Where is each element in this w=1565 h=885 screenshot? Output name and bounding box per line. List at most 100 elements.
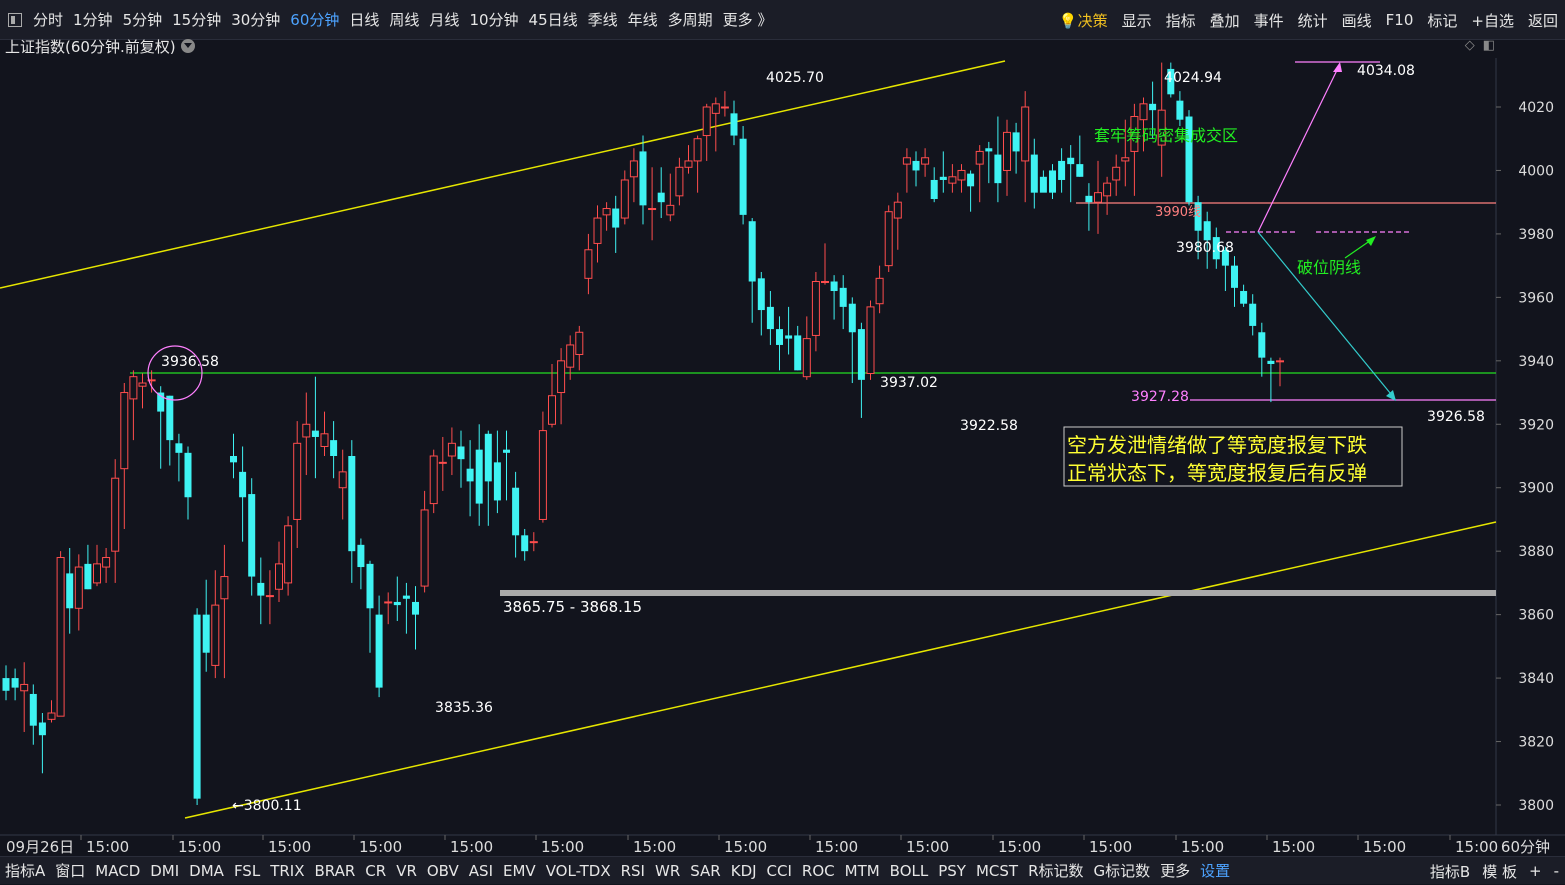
indicator-tab[interactable]: ASI: [464, 862, 498, 880]
toolbar-action[interactable]: 💡决策: [1052, 10, 1115, 31]
candle-body: [29, 693, 37, 726]
panel-icon[interactable]: ◧: [1483, 38, 1495, 53]
candle-body: [1003, 131, 1011, 171]
window-toggle-icon[interactable]: [8, 12, 22, 27]
indicator-tab[interactable]: MTM: [840, 862, 885, 880]
indicator-tab[interactable]: EMV: [498, 862, 541, 880]
toolbar-action[interactable]: 显示: [1115, 10, 1159, 31]
indicator-tab[interactable]: WR: [650, 862, 685, 880]
candle-body: [766, 306, 774, 330]
candle-body: [529, 541, 538, 544]
indicator-tab[interactable]: 窗口: [50, 860, 90, 881]
candle-body: [512, 487, 520, 536]
indicator-action[interactable]: 模 板: [1476, 861, 1523, 882]
price-label-4025: 4025.70: [766, 70, 824, 86]
toolbar-action[interactable]: 事件: [1247, 10, 1291, 31]
x-tick-label: 15:00: [541, 838, 584, 856]
indicator-tab[interactable]: 指标A: [0, 860, 50, 881]
period-tab[interactable]: 月线: [424, 9, 464, 30]
candle-body: [466, 468, 474, 482]
indicator-tab[interactable]: SAR: [685, 862, 725, 880]
toolbar-action[interactable]: +自选: [1464, 10, 1521, 31]
indicator-tab[interactable]: DMA: [184, 862, 229, 880]
x-tick-label: 15:00: [815, 838, 858, 856]
x-tick-label: 15:00: [998, 838, 1041, 856]
candle-body: [666, 204, 675, 216]
toolbar-action[interactable]: 标记: [1420, 10, 1464, 31]
indicator-tab[interactable]: KDJ: [726, 862, 762, 880]
period-tab[interactable]: 分时: [28, 9, 68, 30]
candle-body: [311, 430, 319, 437]
indicator-tab[interactable]: PSY: [933, 862, 971, 880]
indicator-tab[interactable]: TRIX: [265, 862, 309, 880]
period-tab[interactable]: 5分钟: [118, 9, 168, 30]
indicator-tab[interactable]: BOLL: [885, 862, 934, 880]
indicator-tab[interactable]: 更多: [1155, 860, 1195, 881]
period-tab[interactable]: 45日线: [524, 9, 583, 30]
indicator-tab[interactable]: G标记数: [1089, 860, 1156, 881]
indicator-action[interactable]: -: [1548, 862, 1565, 880]
indicator-tab[interactable]: OBV: [422, 862, 464, 880]
indicator-tab[interactable]: MCST: [971, 862, 1023, 880]
period-tab[interactable]: 10分钟: [464, 9, 523, 30]
indicator-tab[interactable]: CCI: [762, 862, 797, 880]
toolbar-action[interactable]: 指标: [1159, 10, 1203, 31]
candle-body: [129, 376, 138, 400]
candle-body: [402, 595, 410, 599]
indicator-tab[interactable]: 设置: [1195, 860, 1235, 881]
candle-body: [566, 344, 575, 368]
period-tab[interactable]: 30分钟: [226, 9, 285, 30]
candle-body: [111, 477, 120, 552]
candle-body: [420, 509, 429, 587]
indicator-tab[interactable]: RSI: [616, 862, 650, 880]
toolbar-action[interactable]: F10: [1379, 11, 1421, 29]
candle-body: [66, 573, 74, 609]
period-tab[interactable]: 日线: [344, 9, 384, 30]
x-tick-label: 15:00: [450, 838, 493, 856]
candlestick-chart[interactable]: 4020 4000 3980 3960 3940 3920 3900 3880 3860 3840…: [0, 58, 1565, 856]
indicator-tab[interactable]: VOL-TDX: [541, 862, 616, 880]
indicator-tab[interactable]: BRAR: [309, 862, 360, 880]
candle-body: [1012, 132, 1020, 152]
diamond-icon[interactable]: ◇: [1465, 38, 1475, 53]
y-tick-label: 3860: [1518, 608, 1554, 624]
indicator-action[interactable]: +: [1523, 862, 1548, 880]
indicator-tab[interactable]: FSL: [229, 862, 265, 880]
toolbar-action[interactable]: 叠加: [1203, 10, 1247, 31]
indicator-tab[interactable]: R标记数: [1023, 860, 1088, 881]
period-tab[interactable]: 多周期: [663, 9, 718, 30]
period-tab[interactable]: 更多 》: [718, 9, 778, 30]
candle-body: [166, 395, 174, 441]
candle-body: [1249, 303, 1257, 326]
candle-body: [711, 103, 720, 114]
period-tab[interactable]: 季线: [583, 9, 623, 30]
period-tab[interactable]: 1分钟: [68, 9, 118, 30]
candle-body: [1085, 195, 1093, 203]
indicator-tab[interactable]: MACD: [90, 862, 145, 880]
candle-body: [211, 604, 220, 666]
toolbar-action[interactable]: 统计: [1291, 10, 1335, 31]
indicator-tab[interactable]: ROC: [797, 862, 840, 880]
toolbar-action[interactable]: 返回: [1521, 10, 1565, 31]
indicator-tab[interactable]: CR: [360, 862, 391, 880]
candle-body: [330, 440, 338, 456]
period-tab[interactable]: 年线: [623, 9, 663, 30]
candle-body: [657, 192, 665, 203]
x-tick-label: 15:00: [906, 838, 949, 856]
indicator-tab[interactable]: VR: [391, 862, 422, 880]
candle-body: [265, 595, 274, 598]
y-tick-label: 3940: [1518, 354, 1554, 370]
candle-body: [921, 157, 930, 165]
toolbar-action[interactable]: 画线: [1335, 10, 1379, 31]
candle-body: [348, 456, 356, 552]
candle-body: [193, 614, 201, 799]
period-tab[interactable]: 60分钟: [285, 9, 344, 30]
indicator-tab[interactable]: DMI: [145, 862, 184, 880]
price-label-4024: 4024.94: [1164, 70, 1222, 86]
dropdown-icon[interactable]: [180, 39, 195, 53]
candle-body: [602, 208, 611, 216]
candle-body: [684, 160, 693, 168]
period-tab[interactable]: 周线: [384, 9, 424, 30]
period-tab[interactable]: 15分钟: [167, 9, 226, 30]
indicator-action[interactable]: 指标B: [1424, 861, 1476, 882]
